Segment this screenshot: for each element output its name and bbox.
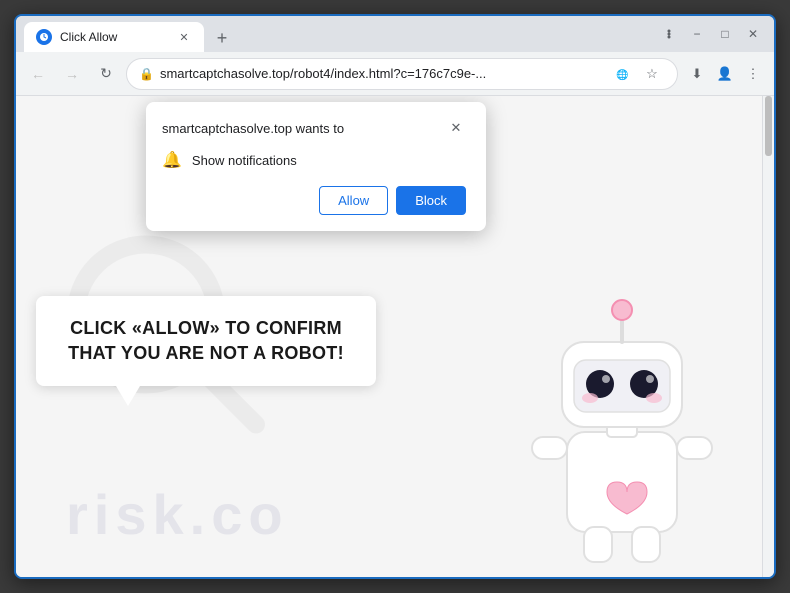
title-bar: Click Allow ✕ + − □ ✕ xyxy=(16,16,774,52)
tab-title: Click Allow xyxy=(60,30,168,44)
menu-icon[interactable]: ⋮ xyxy=(740,61,766,87)
forward-button[interactable]: → xyxy=(58,60,86,88)
bell-icon: 🔔 xyxy=(162,150,182,170)
url-text: smartcaptchasolve.top/robot4/index.html?… xyxy=(160,66,603,81)
new-tab-button[interactable]: + xyxy=(208,24,236,52)
scrollbar[interactable] xyxy=(762,96,774,577)
close-button[interactable]: ✕ xyxy=(740,21,766,47)
content-area: risk.co smartcaptchasolve.top wants to ✕… xyxy=(16,96,774,577)
translate-icon[interactable]: 🌐 xyxy=(609,61,635,87)
address-bar: ← → ↻ 🔒 smartcaptchasolve.top/robot4/ind… xyxy=(16,52,774,96)
allow-button[interactable]: Allow xyxy=(319,186,388,215)
minimize-button[interactable]: − xyxy=(684,21,710,47)
robot-illustration xyxy=(512,272,732,577)
tab-strip: Click Allow ✕ + xyxy=(24,16,652,52)
tab-close-button[interactable]: ✕ xyxy=(176,29,192,45)
url-actions: 🌐 ☆ xyxy=(609,61,665,87)
watermark-text: risk.co xyxy=(66,482,289,547)
notification-popup: smartcaptchasolve.top wants to ✕ 🔔 Show … xyxy=(146,102,486,231)
toolbar-actions: ⬇ 👤 ⋮ xyxy=(684,61,766,87)
maximize-button[interactable]: □ xyxy=(712,21,738,47)
url-bar[interactable]: 🔒 smartcaptchasolve.top/robot4/index.htm… xyxy=(126,58,678,90)
bookmark-icon[interactable]: ☆ xyxy=(639,61,665,87)
window-controls: − □ ✕ xyxy=(656,21,766,47)
message-bubble: CLICK «ALLOW» TO CONFIRM THAT YOU ARE NO… xyxy=(36,296,376,386)
back-button[interactable]: ← xyxy=(24,60,52,88)
browser-window: Click Allow ✕ + − □ ✕ ← → ↻ 🔒 smartcaptc… xyxy=(14,14,776,579)
svg-text:🌐: 🌐 xyxy=(616,68,628,81)
popup-title: smartcaptchasolve.top wants to xyxy=(162,121,344,136)
block-button[interactable]: Block xyxy=(396,186,466,215)
page-content: risk.co smartcaptchasolve.top wants to ✕… xyxy=(16,96,762,577)
tab-favicon xyxy=(36,29,52,45)
lock-icon: 🔒 xyxy=(139,67,154,81)
notification-row: 🔔 Show notifications xyxy=(162,150,466,170)
downloads-icon[interactable]: ⬇ xyxy=(684,61,710,87)
bubble-text: CLICK «ALLOW» TO CONFIRM THAT YOU ARE NO… xyxy=(60,316,352,366)
notification-label: Show notifications xyxy=(192,153,297,168)
profile-icon[interactable]: 👤 xyxy=(712,61,738,87)
active-tab[interactable]: Click Allow ✕ xyxy=(24,22,204,52)
scrollbar-thumb[interactable] xyxy=(765,96,772,156)
popup-header: smartcaptchasolve.top wants to ✕ xyxy=(162,118,466,138)
chrome-menu-icon[interactable] xyxy=(656,21,682,47)
refresh-button[interactable]: ↻ xyxy=(92,60,120,88)
popup-close-button[interactable]: ✕ xyxy=(446,118,466,138)
popup-buttons: Allow Block xyxy=(162,186,466,215)
